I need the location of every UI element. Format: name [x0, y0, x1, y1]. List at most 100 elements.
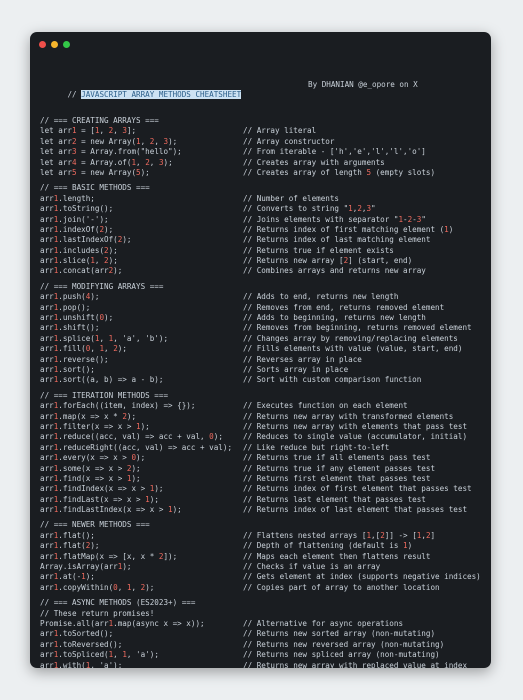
code-line: let arr1 = [1, 2, 3];// Array literal — [40, 126, 487, 136]
code-statement: arr1.unshift(0); — [40, 313, 243, 323]
code-line: arr1.unshift(0);// Adds to beginning, re… — [40, 313, 487, 323]
code-token: ] (start, end) — [348, 256, 413, 266]
code-token: ); — [126, 411, 137, 421]
code-statement: arr1.with(1, 'a'); — [40, 661, 243, 668]
code-token: .toSorted(); — [58, 629, 114, 639]
code-token: // Removes from end, returns removed ele… — [243, 302, 445, 312]
code-comment: // Sort with custom comparison function — [243, 375, 421, 385]
code-token: .shift(); — [58, 323, 100, 333]
code-statement: arr1.map(x => x * 2); — [40, 412, 243, 422]
code-statement: Array.isArray(arr1); — [40, 562, 243, 572]
code-comment: // Returns index of last element that pa… — [243, 505, 467, 515]
code-token: // Flattens nested arrays [ — [243, 530, 367, 540]
code-comment: // Returns new array with transformed el… — [243, 412, 453, 422]
code-comment: // Returns new reversed array (non-mutat… — [243, 640, 444, 650]
code-token: arr — [40, 302, 54, 312]
code-comment: // Sorts array in place — [243, 365, 348, 375]
code-token: , — [94, 256, 105, 266]
code-statement: arr1.some(x => x > 2); — [40, 464, 243, 474]
code-token: .forEach((item, index) => {}); — [58, 401, 196, 411]
code-comment: // Reverses array in place — [243, 355, 362, 365]
code-token: .every(x => x > — [58, 453, 132, 463]
code-comment: // Depth of flattening (default is 1) — [243, 541, 412, 551]
code-token: .fill( — [58, 344, 86, 354]
code-token: ); — [140, 421, 150, 431]
code-token: = new Array( — [76, 136, 137, 146]
code-line: arr1.lastIndexOf(2);// Returns index of … — [40, 235, 487, 245]
code-token: , — [99, 333, 109, 343]
code-token: .with( — [58, 660, 86, 668]
code-token: let arr — [40, 126, 73, 136]
code-token: // Fills elements with value (value, sta… — [243, 344, 463, 354]
code-statement: arr1.copyWithin(0, 1, 2); — [40, 583, 243, 593]
code-comment: // Copies part of array to another locat… — [243, 583, 440, 593]
code-window: // JAVASCRIPT ARRAY METHODS CHEATSHEET B… — [30, 32, 491, 668]
minimize-dot-icon[interactable] — [51, 41, 58, 48]
code-token: ]); — [163, 551, 178, 561]
code-line: arr1.find(x => x > 1);// Returns first e… — [40, 474, 487, 484]
code-comment: // Adds to end, returns new length — [243, 292, 398, 302]
code-statement: arr1.findLastIndex(x => x > 1); — [40, 505, 243, 515]
code-comment: // Returns new array [2] (start, end) — [243, 256, 412, 266]
code-token: ) — [448, 224, 454, 234]
code-statement: Promise.all(arr1.map(async x => x)); — [40, 619, 243, 629]
code-token: arr — [40, 256, 54, 266]
code-line: arr1.copyWithin(0, 1, 2);// Copies part … — [40, 583, 487, 593]
code-comment: // From iterable - ['h','e','l','l','o'] — [243, 147, 426, 157]
code-statement: arr1.slice(1, 2); — [40, 256, 243, 266]
code-token: // Adds to beginning, returns new length — [243, 313, 426, 323]
code-token: // Array constructor — [243, 136, 335, 146]
code-token: // Copies part of array to another locat… — [243, 582, 440, 592]
code-token: .map(async x => x)); — [113, 618, 205, 628]
code-token: Array.isArray(arr — [40, 562, 118, 572]
code-token: arr — [40, 375, 54, 385]
code-token: .at(- — [58, 572, 82, 582]
code-token: // These return promises! — [40, 608, 155, 618]
close-dot-icon[interactable] — [39, 41, 46, 48]
code-token: // Array literal — [243, 126, 317, 136]
code-token: = Array.from("hello"); — [76, 147, 182, 157]
code-token: ); — [172, 505, 182, 515]
code-token: .push( — [58, 292, 86, 302]
code-token: arr — [40, 432, 54, 442]
code-token: ); — [117, 344, 127, 354]
code-comment: // Returns new array with replaced value… — [243, 661, 467, 668]
code-token: , — [136, 157, 146, 167]
code-statement: arr1.toSpliced(1, 1, 'a'); — [40, 650, 243, 660]
code-token: .filter(x => x > — [58, 421, 137, 431]
code-statement: arr1.indexOf(2); — [40, 225, 243, 235]
code-token: // Returns index of last matching elemen… — [243, 235, 431, 245]
code-token: (empty slots) — [371, 167, 436, 177]
code-comment: // Alternative for async operations — [243, 619, 403, 629]
code-token: arr — [40, 650, 54, 660]
code-token: , — [104, 344, 114, 354]
window-titlebar — [30, 32, 491, 54]
code-token: .sort((a, b) => a - b); — [58, 375, 164, 385]
code-token: // Alternative for async operations — [243, 618, 404, 628]
code-comment: // Executes function on each element — [243, 401, 408, 411]
code-token: .flat( — [58, 541, 86, 551]
code-token: // Maps each element then flattens resul… — [243, 551, 431, 561]
code-statement: arr1.flat(); — [40, 531, 243, 541]
code-token: , — [113, 126, 123, 136]
code-line: Array.isArray(arr1);// Checks if value i… — [40, 562, 487, 572]
code-statement: arr1.find(x => x > 1); — [40, 474, 243, 484]
maximize-dot-icon[interactable] — [63, 41, 70, 48]
code-token: .pop(); — [58, 302, 91, 312]
code-line: arr1.every(x => x > 0);// Returns true i… — [40, 453, 487, 463]
code-comment: // Creates array with arguments — [243, 158, 385, 168]
code-comment: // Removes from beginning, returns remov… — [243, 323, 472, 333]
code-token: arr — [40, 401, 54, 411]
title-line: // JAVASCRIPT ARRAY METHODS CHEATSHEET B… — [40, 80, 487, 100]
code-token: // Returns last element that passes test — [243, 494, 426, 504]
code-line: arr1.reduce((acc, val) => acc + val, 0);… — [40, 432, 487, 442]
code-token: // Returns true if any element passes te… — [243, 463, 436, 473]
code-line: arr1.findLastIndex(x => x > 1);// Return… — [40, 505, 487, 515]
code-token: // Returns index of first matching eleme… — [243, 224, 445, 234]
code-comment: // Returns last element that passes test — [243, 495, 426, 505]
code-comment: // Removes from end, returns removed ele… — [243, 303, 444, 313]
code-comment: // Returns true if element exists — [243, 246, 394, 256]
code-token: , 'a'); — [90, 660, 123, 668]
code-token: , — [154, 136, 164, 146]
code-statement: arr1.toString(); — [40, 204, 243, 214]
